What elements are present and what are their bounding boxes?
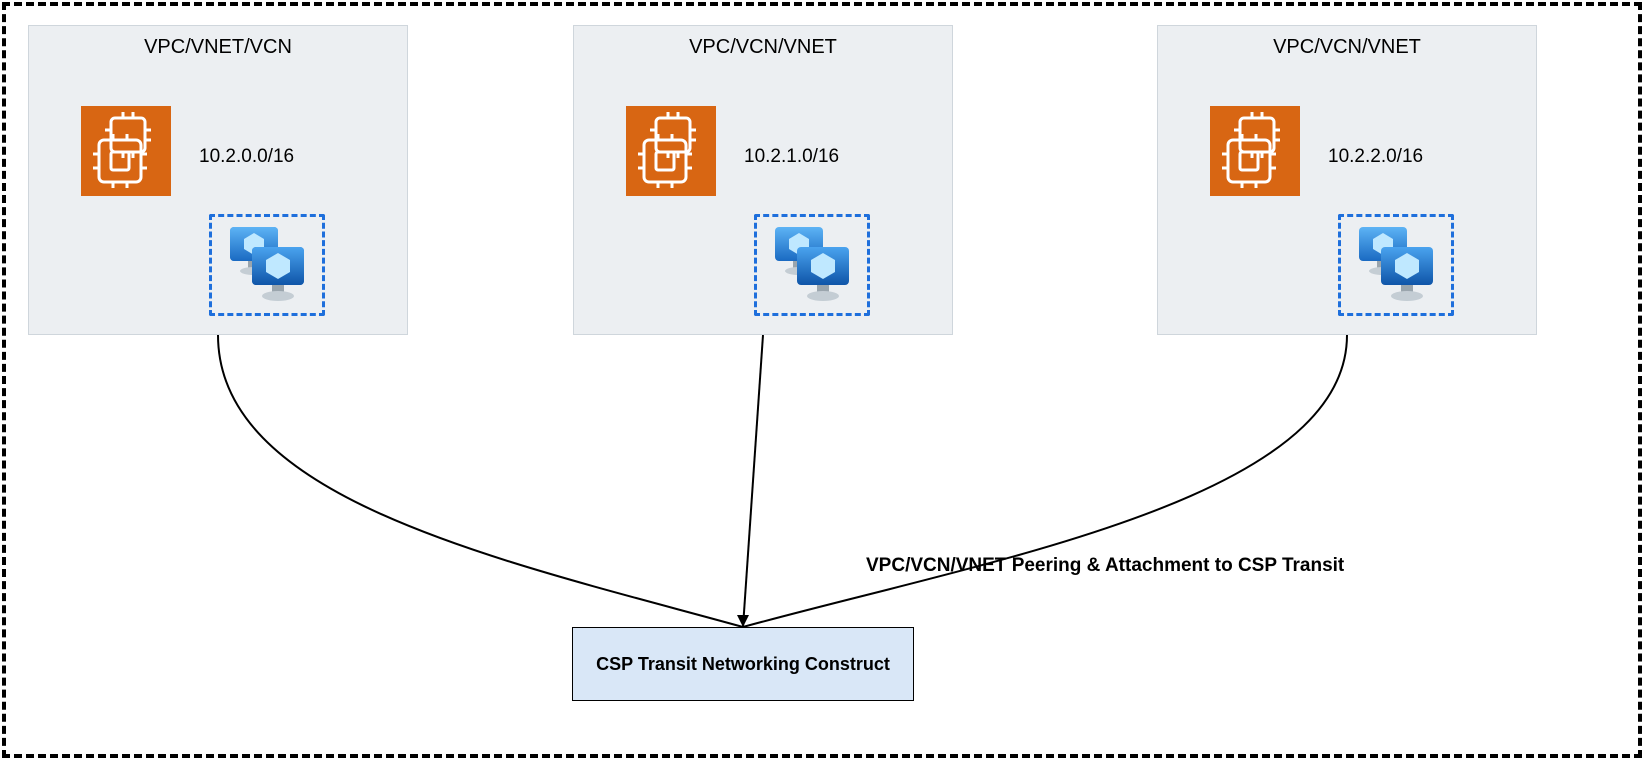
compute-icon [81, 106, 171, 196]
vm-pair-icon [1341, 217, 1451, 313]
cidr-label: 10.2.2.0/16 [1328, 146, 1423, 168]
compute-icon [1210, 106, 1300, 196]
cidr-label: 10.2.0.0/16 [199, 146, 294, 168]
vpc-box: VPC/VCN/VNET 10.2.2.0/16 [1157, 25, 1537, 335]
compute-icon [626, 106, 716, 196]
vpc-box: VPC/VNET/VCN 10.2.0.0/16 [28, 25, 408, 335]
subnet-box [1338, 214, 1454, 316]
diagram-canvas: VPC/VNET/VCN 10.2.0.0/16 [0, 0, 1644, 760]
vm-pair-icon [212, 217, 322, 313]
vpc-title: VPC/VNET/VCN [29, 36, 407, 59]
vpc-title: VPC/VCN/VNET [574, 36, 952, 59]
cidr-label: 10.2.1.0/16 [744, 146, 839, 168]
transit-label: CSP Transit Networking Construct [596, 654, 890, 675]
peering-caption: VPC/VCN/VNET Peering & Attachment to CSP… [866, 555, 1344, 577]
vpc-title: VPC/VCN/VNET [1158, 36, 1536, 59]
vpc-box: VPC/VCN/VNET 10.2.1.0/16 [573, 25, 953, 335]
vm-pair-icon [757, 217, 867, 313]
subnet-box [209, 214, 325, 316]
transit-box: CSP Transit Networking Construct [572, 627, 914, 701]
subnet-box [754, 214, 870, 316]
